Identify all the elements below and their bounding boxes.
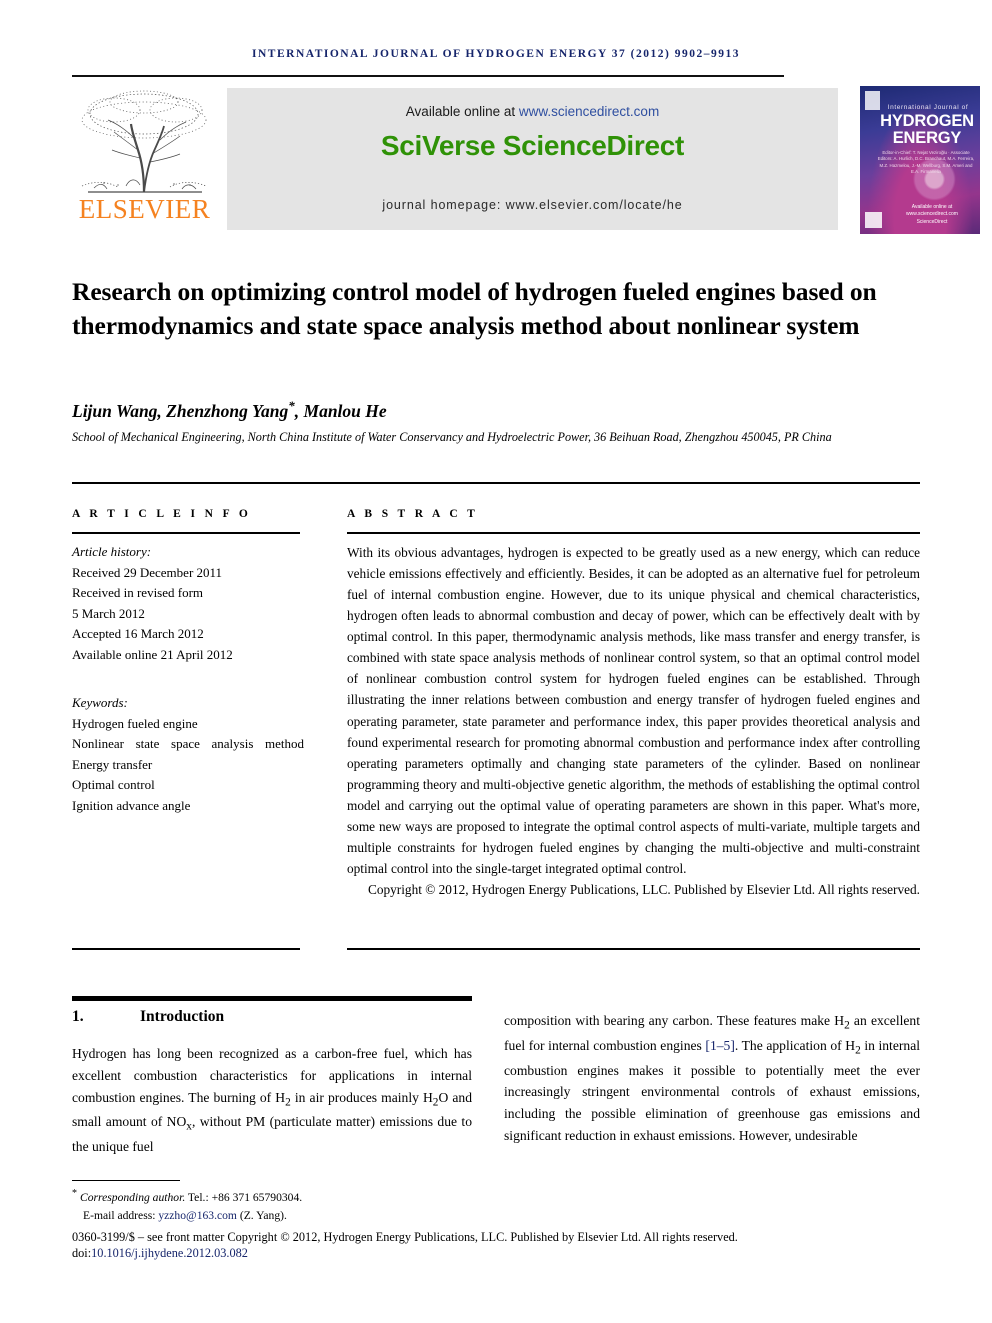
- keyword-item: Nonlinear state space analysis method: [72, 736, 304, 752]
- cover-sciencedirect-mark: Available online at www.sciencedirect.co…: [906, 203, 958, 225]
- doi-line: doi:10.1016/j.ijhydene.2012.03.082: [72, 1244, 932, 1262]
- available-online-line: Available online at www.sciencedirect.co…: [227, 104, 838, 119]
- article-history-item: Received 29 December 2011: [72, 564, 223, 580]
- keywords-title: Keywords:: [72, 695, 128, 711]
- corresponding-author-label: Corresponding author.: [80, 1190, 186, 1204]
- abstract-underline: [347, 532, 920, 534]
- article-info-label: A R T I C L E I N F O: [72, 508, 252, 520]
- body-column-left: Hydrogen has long been recognized as a c…: [72, 1043, 472, 1158]
- corresponding-author-note: * Corresponding author. Tel.: +86 371 657…: [72, 1186, 492, 1207]
- email-label: E-mail address:: [83, 1208, 159, 1222]
- keywords-list: Hydrogen fueled engine Nonlinear state s…: [72, 714, 304, 817]
- cover-title-energy: ENERGY: [892, 129, 962, 147]
- article-history-item: Received in revised form: [72, 585, 204, 601]
- corresponding-author-tel: Tel.: +86 371 65790304.: [185, 1190, 303, 1204]
- article-history-item: 5 March 2012: [72, 605, 145, 621]
- abstract-column: With its obvious advantages, hydrogen is…: [347, 542, 920, 900]
- author-names-primary: Lijun Wang, Zhenzhong Yang: [72, 400, 289, 421]
- footnote-divider: [72, 1180, 180, 1182]
- intro-left-run2: in air produces mainly H: [290, 1089, 433, 1105]
- article-info-column: Article history: Received 29 December 20…: [72, 542, 304, 816]
- sciverse-sciencedirect-logo: SciVerse ScienceDirect: [380, 130, 685, 161]
- abstract-body: With its obvious advantages, hydrogen is…: [347, 545, 920, 876]
- doi-value[interactable]: 10.1016/j.ijhydene.2012.03.082: [91, 1246, 248, 1260]
- sciencedirect-url[interactable]: www.sciencedirect.com: [519, 104, 659, 119]
- article-title: Research on optimizing control model of …: [72, 277, 877, 340]
- footnote-star-marker: *: [72, 1188, 77, 1199]
- cover-title-small: International Journal of: [887, 104, 969, 111]
- author-list: Lijun Wang, Zhenzhong Yang*, Manlou He: [72, 398, 902, 422]
- section-heading-bar: [72, 996, 472, 1001]
- email-owner: (Z. Yang).: [236, 1208, 287, 1222]
- author-affiliation: School of Mechanical Engineering, North …: [72, 430, 832, 444]
- section-heading-introduction: Introduction: [140, 1008, 225, 1025]
- elsevier-logo: ELSEVIER: [72, 86, 217, 234]
- keywords-block: Keywords: Hydrogen fueled engine Nonline…: [72, 693, 304, 816]
- article-info-underline: [72, 532, 300, 534]
- article-history-item: Available online 21 April 2012: [72, 646, 233, 662]
- abstract-block-top-rule: [72, 482, 920, 484]
- email-note: E-mail address: yzzho@163.com (Z. Yang).: [72, 1207, 492, 1225]
- body-column-right: composition with bearing any carbon. The…: [504, 1010, 920, 1147]
- intro-paragraph-left: Hydrogen has long been recognized as a c…: [72, 1043, 472, 1158]
- keyword-item: Hydrogen fueled engine: [72, 715, 198, 731]
- abstract-label: A B S T R A C T: [347, 508, 479, 520]
- email-link[interactable]: yzzho@163.com: [158, 1209, 237, 1222]
- masthead: ELSEVIER Available online at www.science…: [72, 86, 980, 234]
- running-head: INTERNATIONAL JOURNAL OF HYDROGEN ENERGY…: [252, 48, 740, 60]
- article-page: INTERNATIONAL JOURNAL OF HYDROGEN ENERGY…: [0, 0, 992, 1323]
- author-names-secondary: , Manlou He: [294, 400, 387, 421]
- sciencedirect-banner: Available online at www.sciencedirect.co…: [227, 88, 838, 230]
- article-info-bottom-rule: [72, 948, 300, 950]
- article-history-title: Article history:: [72, 544, 152, 559]
- cover-ihe-logo: [865, 212, 882, 228]
- footnote-block: * Corresponding author. Tel.: +86 371 657…: [72, 1186, 492, 1225]
- journal-homepage-line[interactable]: journal homepage: www.elsevier.com/locat…: [227, 198, 838, 212]
- elsevier-wordmark: ELSEVIER: [78, 194, 211, 224]
- elsevier-tree-icon: [81, 90, 207, 193]
- keyword-item: Optimal control: [72, 777, 155, 793]
- journal-cover-thumbnail: International Journal of HYDROGEN ENERGY…: [860, 86, 980, 234]
- header-divider: [72, 75, 784, 77]
- cover-publisher-badge: [865, 91, 880, 110]
- citation-link[interactable]: [1–5]: [705, 1038, 734, 1053]
- keyword-item: Ignition advance angle: [72, 797, 191, 813]
- intro-paragraph-right: composition with bearing any carbon. The…: [504, 1010, 920, 1147]
- cover-title-hydrogen: HYDROGEN: [880, 112, 974, 130]
- doi-prefix-label: doi:: [72, 1246, 92, 1260]
- available-online-prefix: Available online at: [405, 104, 519, 119]
- intro-right-run1: composition with bearing any carbon. The…: [504, 1013, 845, 1028]
- section-number: 1.: [72, 1008, 84, 1025]
- keyword-item: Energy transfer: [72, 756, 153, 772]
- intro-right-run3: . The application of H: [734, 1037, 856, 1053]
- abstract-bottom-rule: [347, 948, 920, 950]
- cover-editors: Editor-in-Chief: T. Nejat Veziroğlu · As…: [877, 150, 975, 175]
- abstract-copyright: Copyright © 2012, Hydrogen Energy Public…: [367, 882, 920, 897]
- article-history-item: Accepted 16 March 2012: [72, 626, 204, 642]
